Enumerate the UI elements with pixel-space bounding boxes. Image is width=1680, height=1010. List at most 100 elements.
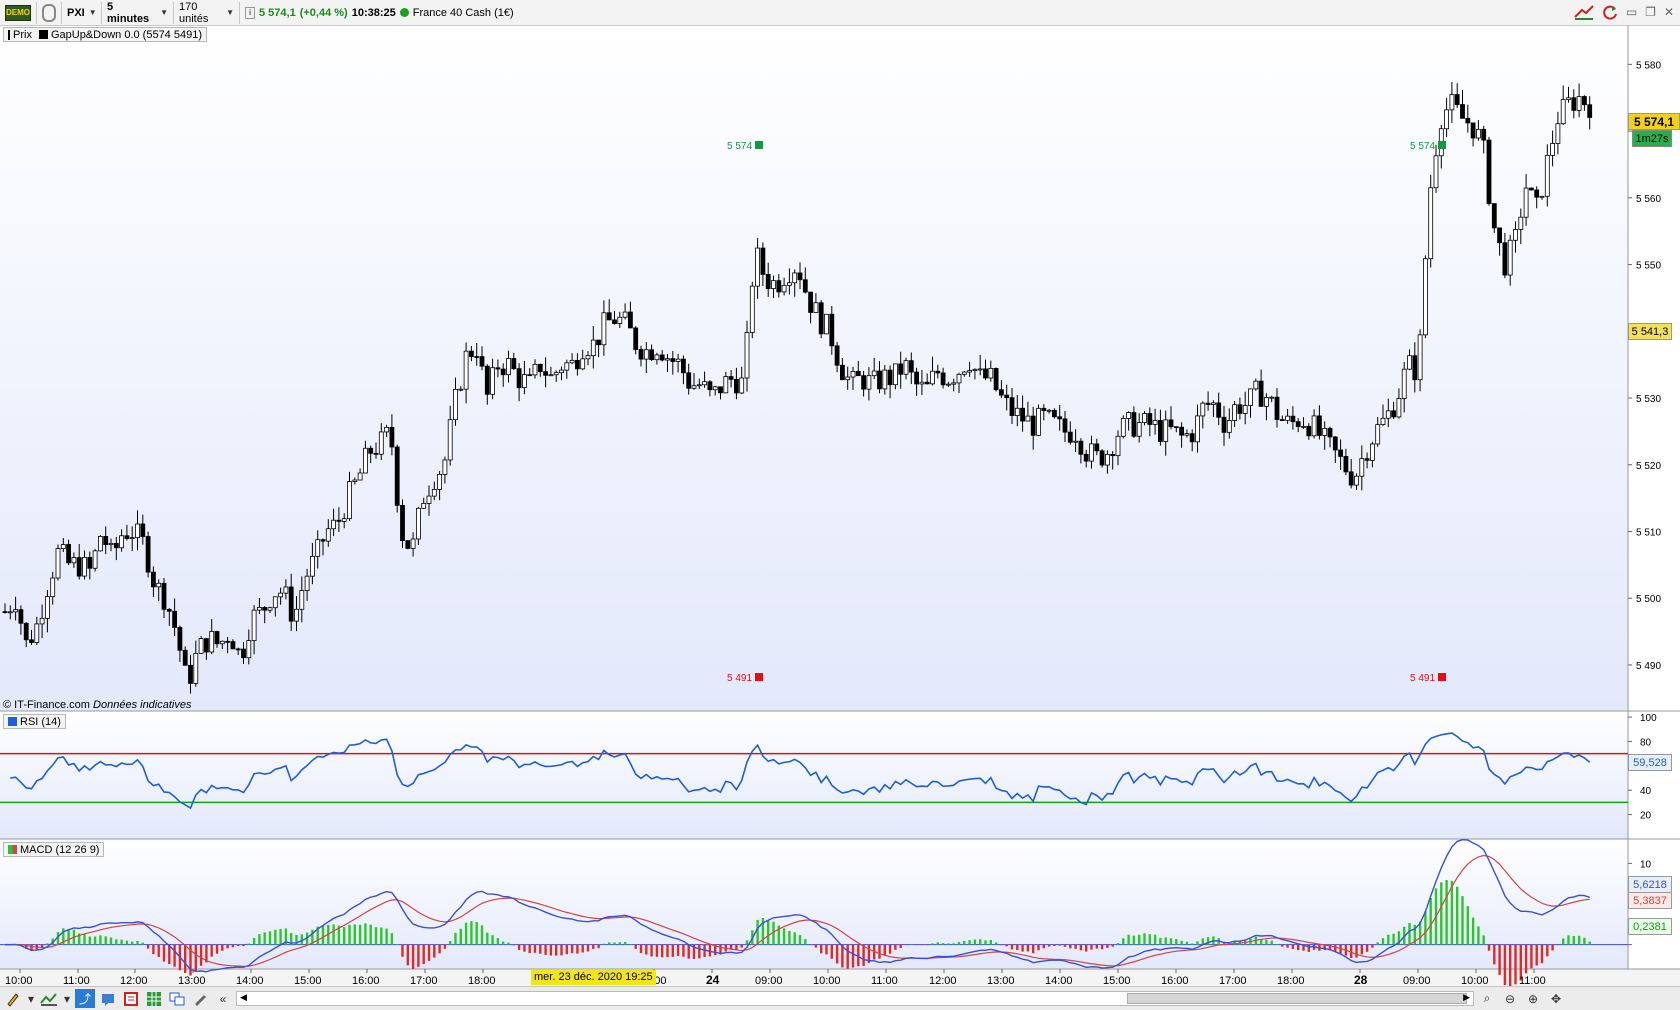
horizontal-scrollbar[interactable]: ◀ ▶	[236, 991, 1474, 1006]
macd-histogram-bar	[242, 944, 245, 947]
candle-body	[1306, 425, 1312, 437]
grid-icon[interactable]	[144, 989, 164, 1008]
alert-icon[interactable]	[98, 989, 118, 1008]
macd-histogram-bar	[1530, 944, 1533, 969]
macd-histogram-bar	[1005, 944, 1008, 947]
candle-body	[262, 606, 268, 611]
candle-body	[792, 272, 798, 284]
timeframe-selector[interactable]: 5 minutes ▼	[102, 1, 174, 25]
candle-body	[840, 364, 845, 381]
refresh-icon[interactable]	[1602, 4, 1618, 20]
scroll-right-icon[interactable]: ▶	[1463, 992, 1470, 1003]
units-selector[interactable]: 170 unités ▼	[174, 1, 240, 25]
scroll-left-icon[interactable]: ◀	[240, 992, 247, 1003]
macd-histogram-bar	[825, 944, 828, 955]
scrollbar-thumb[interactable]	[1127, 993, 1467, 1004]
macd-histogram-bar	[300, 934, 303, 945]
chevron-down-icon: ▼	[88, 8, 97, 17]
macd-histogram-bar	[851, 944, 855, 968]
copyright-source: © IT-Finance.com	[3, 699, 90, 711]
macd-histogram-bar	[804, 939, 807, 945]
candle-body	[1295, 421, 1301, 428]
zoom-in-icon[interactable]: ⊕	[1523, 989, 1543, 1008]
macd-histogram-bar	[1058, 944, 1061, 946]
macd-histogram-bar	[1153, 934, 1157, 945]
candle-body	[1147, 413, 1153, 425]
candle-body	[203, 638, 209, 653]
candle-body	[797, 272, 803, 281]
time-tick-label: 12:00	[929, 975, 957, 986]
macd-histogram-bar	[676, 944, 680, 957]
macd-histogram-bar	[597, 944, 600, 949]
macd-histogram-bar	[979, 939, 982, 945]
candle-body	[1359, 458, 1365, 477]
candle-body	[1226, 420, 1232, 433]
crosshair-icon[interactable]: ✥	[1546, 989, 1566, 1008]
chart-area[interactable]: 5 4905 5005 5105 5205 5305 5405 5505 560…	[0, 26, 1680, 986]
draw-pen-icon[interactable]	[3, 989, 23, 1008]
candle-body	[315, 539, 321, 557]
chart-canvas[interactable]: 5 4905 5005 5105 5205 5305 5405 5505 560…	[0, 26, 1680, 986]
macd-histogram-bar	[936, 942, 939, 945]
candle-body	[564, 362, 570, 371]
candle-body	[1311, 415, 1317, 437]
macd-legend[interactable]: MACD (12 26 9)	[3, 842, 105, 857]
macd-histogram-bar	[1562, 938, 1565, 945]
candle-body	[834, 345, 840, 366]
candle-body	[29, 639, 34, 643]
candle-body	[1073, 440, 1078, 443]
candle-body	[787, 282, 792, 286]
minimize-icon[interactable]: ▭	[1626, 5, 1637, 19]
candle-body	[1221, 416, 1227, 433]
macd-histogram-bar	[814, 944, 818, 948]
trend-flag-icon[interactable]	[1574, 4, 1594, 20]
candle-body	[522, 374, 527, 389]
candle-body	[596, 339, 601, 346]
macd-histogram-bar	[661, 944, 664, 958]
link-button[interactable]	[37, 1, 62, 24]
close-icon[interactable]: ✕	[1664, 5, 1674, 19]
rsi-legend[interactable]: RSI (14)	[3, 714, 66, 729]
macd-histogram-bar	[1122, 938, 1125, 945]
demo-badge[interactable]: DEMO	[0, 1, 37, 24]
macd-histogram-bar	[1535, 944, 1538, 966]
candle-body	[633, 327, 639, 350]
price-legend[interactable]: Prix GapUp&Down 0.0 (5574 5491)	[3, 27, 207, 42]
order-icon[interactable]	[121, 989, 141, 1008]
macd-histogram-bar	[438, 944, 441, 954]
candle-body	[453, 388, 458, 421]
macd-histogram-bar	[120, 939, 123, 945]
macd-histogram-bar	[215, 944, 219, 954]
macd-histogram-bar	[1365, 944, 1369, 952]
price-change: (+0,44 %)	[299, 6, 348, 19]
candle-body	[1317, 415, 1322, 436]
candle-body	[1385, 410, 1391, 419]
candle-body	[1529, 187, 1534, 191]
pencil-icon[interactable]	[190, 989, 210, 1008]
macd-histogram-bar	[1355, 944, 1358, 958]
candle-body	[299, 590, 305, 610]
restore-icon[interactable]: ❐	[1645, 5, 1656, 19]
candle-body	[553, 372, 559, 376]
zoom-box-icon[interactable]: ⌕	[1477, 989, 1497, 1008]
candle-body	[946, 383, 951, 386]
share-icon[interactable]: ⤴	[75, 989, 95, 1008]
macd-histogram-bar	[1297, 944, 1300, 951]
compare-icon[interactable]	[167, 989, 187, 1008]
zoom-out-icon[interactable]: ⊖	[1500, 989, 1520, 1008]
symbol-selector[interactable]: PXI ▼	[62, 1, 102, 24]
indicator-icon[interactable]	[39, 989, 59, 1008]
candle-body	[1412, 355, 1418, 381]
macd-histogram-bar	[252, 937, 256, 945]
candle-body	[1264, 397, 1269, 407]
macd-histogram-bar	[1132, 935, 1136, 945]
candle-body	[654, 354, 660, 361]
chevron-down-icon[interactable]: ▾	[26, 989, 36, 1008]
macd-histogram-bar	[157, 944, 160, 958]
chevron-down-icon[interactable]: ▾	[62, 989, 72, 1008]
macd-histogram-bar	[1371, 944, 1374, 948]
double-chevron-left-icon[interactable]: «	[213, 989, 233, 1008]
price-tick-label: 5 490	[1636, 661, 1661, 672]
candle-body	[1460, 104, 1465, 119]
info-icon[interactable]: i	[245, 6, 255, 19]
